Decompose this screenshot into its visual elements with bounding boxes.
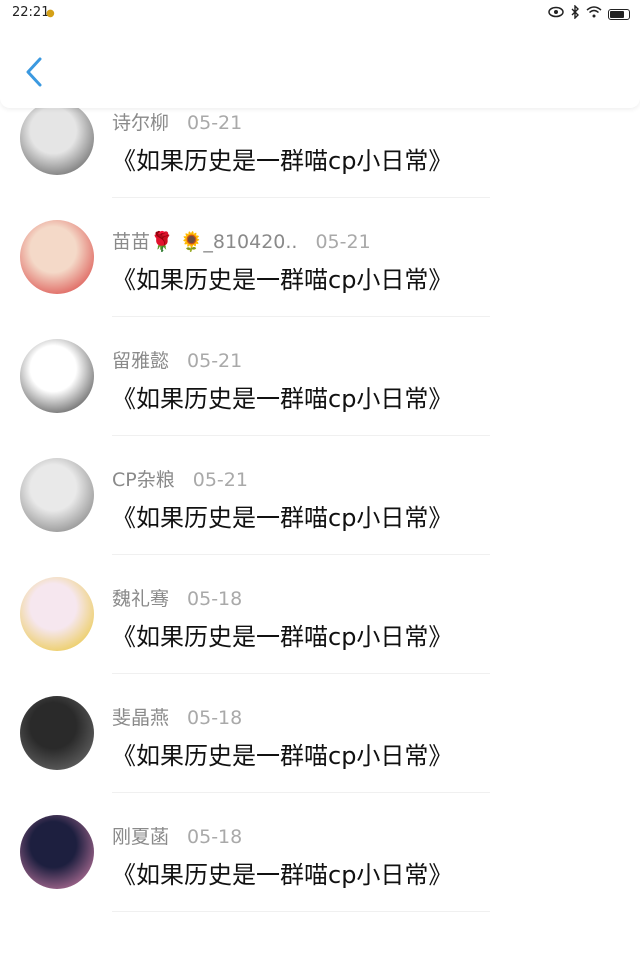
username[interactable]: 斐晶燕: [112, 707, 169, 729]
avatar[interactable]: [20, 815, 94, 889]
comment-date: 05-21: [192, 469, 248, 491]
comment-date: 05-21: [187, 112, 243, 134]
comment-meta: 魏礼骞 05-18: [112, 584, 242, 611]
comment-text: 《如果历史是一群喵cp小日常》: [112, 147, 453, 175]
chevron-left-icon: [26, 57, 42, 87]
list-item[interactable]: 斐晶燕 05-18 《如果历史是一群喵cp小日常》: [0, 674, 640, 793]
notification-icon: ●: [46, 8, 55, 19]
comment-date: 05-21: [187, 350, 243, 372]
username[interactable]: 留雅懿: [112, 350, 169, 372]
comment-text: 《如果历史是一群喵cp小日常》: [112, 385, 453, 413]
comment-text: 《如果历史是一群喵cp小日常》: [112, 504, 453, 532]
avatar[interactable]: [20, 220, 94, 294]
comment-date: 05-18: [187, 826, 243, 848]
comment-meta: 刚夏菡 05-18: [112, 822, 242, 849]
comment-text: 《如果历史是一群喵cp小日常》: [112, 861, 453, 889]
bluetooth-icon: [570, 4, 580, 23]
list-item[interactable]: CP杂粮 05-21 《如果历史是一群喵cp小日常》: [0, 436, 640, 555]
comment-date: 05-18: [187, 707, 243, 729]
status-time: 22:21: [12, 5, 50, 20]
username[interactable]: 苗苗🌹 🌻_810420..: [112, 231, 297, 253]
avatar[interactable]: [20, 458, 94, 532]
status-icons: [548, 4, 630, 23]
comment-date: 05-18: [187, 588, 243, 610]
list-item[interactable]: 刚夏菡 05-18 《如果历史是一群喵cp小日常》: [0, 793, 640, 912]
avatar[interactable]: [20, 577, 94, 651]
username[interactable]: CP杂粮: [112, 469, 175, 491]
comment-date: 05-21: [315, 231, 371, 253]
username[interactable]: 刚夏菡: [112, 826, 169, 848]
comment-meta: 斐晶燕 05-18: [112, 703, 242, 730]
comment-meta: CP杂粮 05-21: [112, 465, 248, 492]
comment-meta: 留雅懿 05-21: [112, 346, 242, 373]
comment-text: 《如果历史是一群喵cp小日常》: [112, 742, 453, 770]
divider: [112, 911, 490, 912]
comment-text: 《如果历史是一群喵cp小日常》: [112, 266, 453, 294]
list-item[interactable]: 魏礼骞 05-18 《如果历史是一群喵cp小日常》: [0, 555, 640, 674]
comment-meta: 诗尔柳 05-21: [112, 108, 242, 135]
comment-text: 《如果历史是一群喵cp小日常》: [112, 623, 453, 651]
wifi-icon: [586, 6, 602, 22]
list-item[interactable]: 留雅懿 05-21 《如果历史是一群喵cp小日常》: [0, 317, 640, 436]
header-bar: [0, 28, 640, 108]
avatar[interactable]: [20, 696, 94, 770]
comment-meta: 苗苗🌹 🌻_810420.. 05-21: [112, 227, 371, 254]
battery-level: [610, 10, 624, 18]
avatar[interactable]: [20, 339, 94, 413]
avatar[interactable]: [20, 101, 94, 175]
username[interactable]: 魏礼骞: [112, 588, 169, 610]
back-button[interactable]: [18, 52, 54, 92]
list-item[interactable]: 苗苗🌹 🌻_810420.. 05-21 《如果历史是一群喵cp小日常》: [0, 198, 640, 317]
username[interactable]: 诗尔柳: [112, 112, 169, 134]
eye-icon: [548, 6, 564, 22]
battery-icon: [608, 8, 630, 20]
status-bar: 22:21 ●: [0, 0, 640, 28]
